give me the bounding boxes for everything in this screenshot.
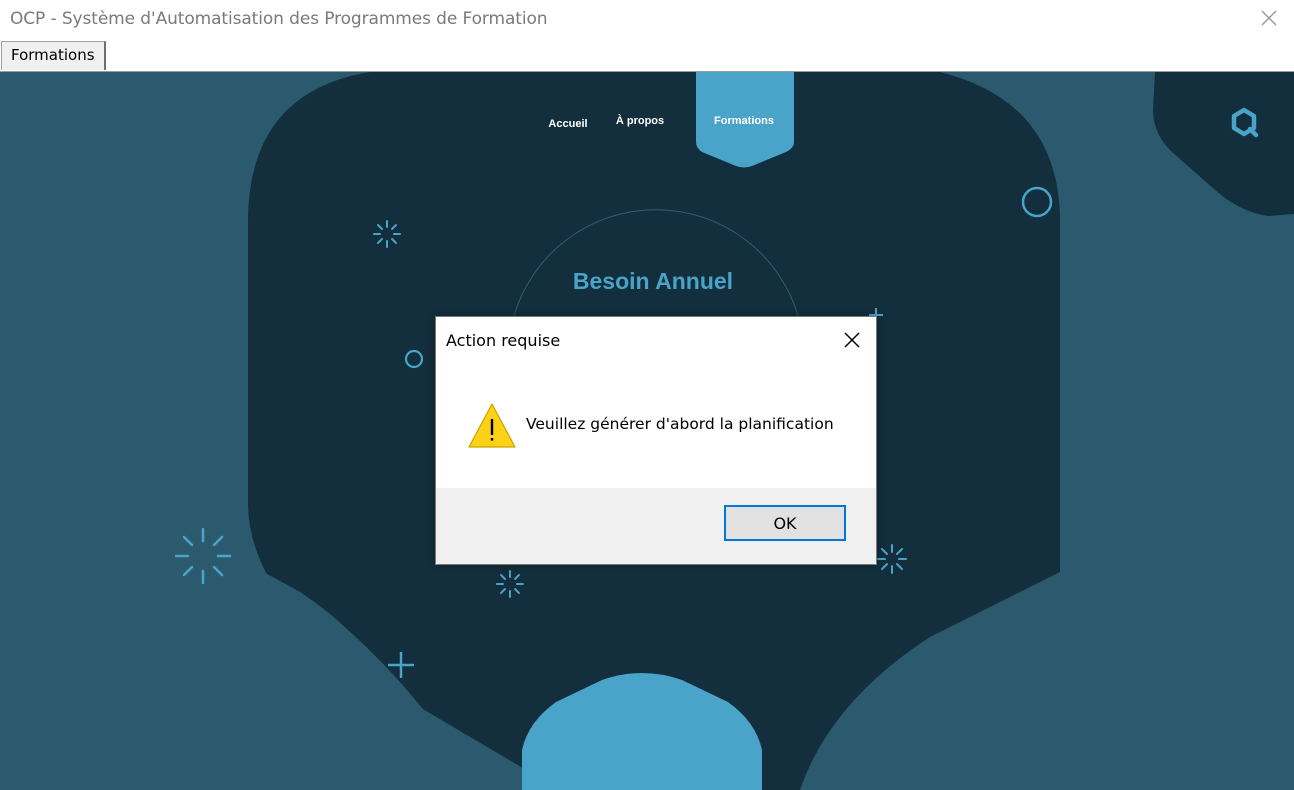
window-titlebar: OCP - Système d'Automatisation des Progr… [0, 0, 1294, 40]
nav-link-accueil[interactable]: Accueil [548, 118, 587, 130]
close-icon[interactable] [1255, 4, 1283, 32]
close-icon[interactable] [840, 328, 864, 352]
dialog-title: Action requise [446, 331, 561, 350]
window-title: OCP - Système d'Automatisation des Progr… [10, 9, 548, 29]
alert-dialog: Action requise Veuillez générer d'abord … [435, 316, 877, 565]
nav-link-formations[interactable]: Formations [714, 115, 774, 127]
tab-strip: Formations [0, 40, 1294, 72]
dialog-message: Veuillez générer d'abord la planificatio… [526, 415, 834, 433]
warning-icon [468, 403, 516, 448]
page-heading: Besoin Annuel [573, 268, 733, 294]
dialog-footer: OK [436, 488, 876, 564]
ok-button[interactable]: OK [724, 505, 846, 541]
tab-formations[interactable]: Formations [1, 41, 106, 70]
nav-link-a-propos[interactable]: À propos [616, 114, 664, 127]
